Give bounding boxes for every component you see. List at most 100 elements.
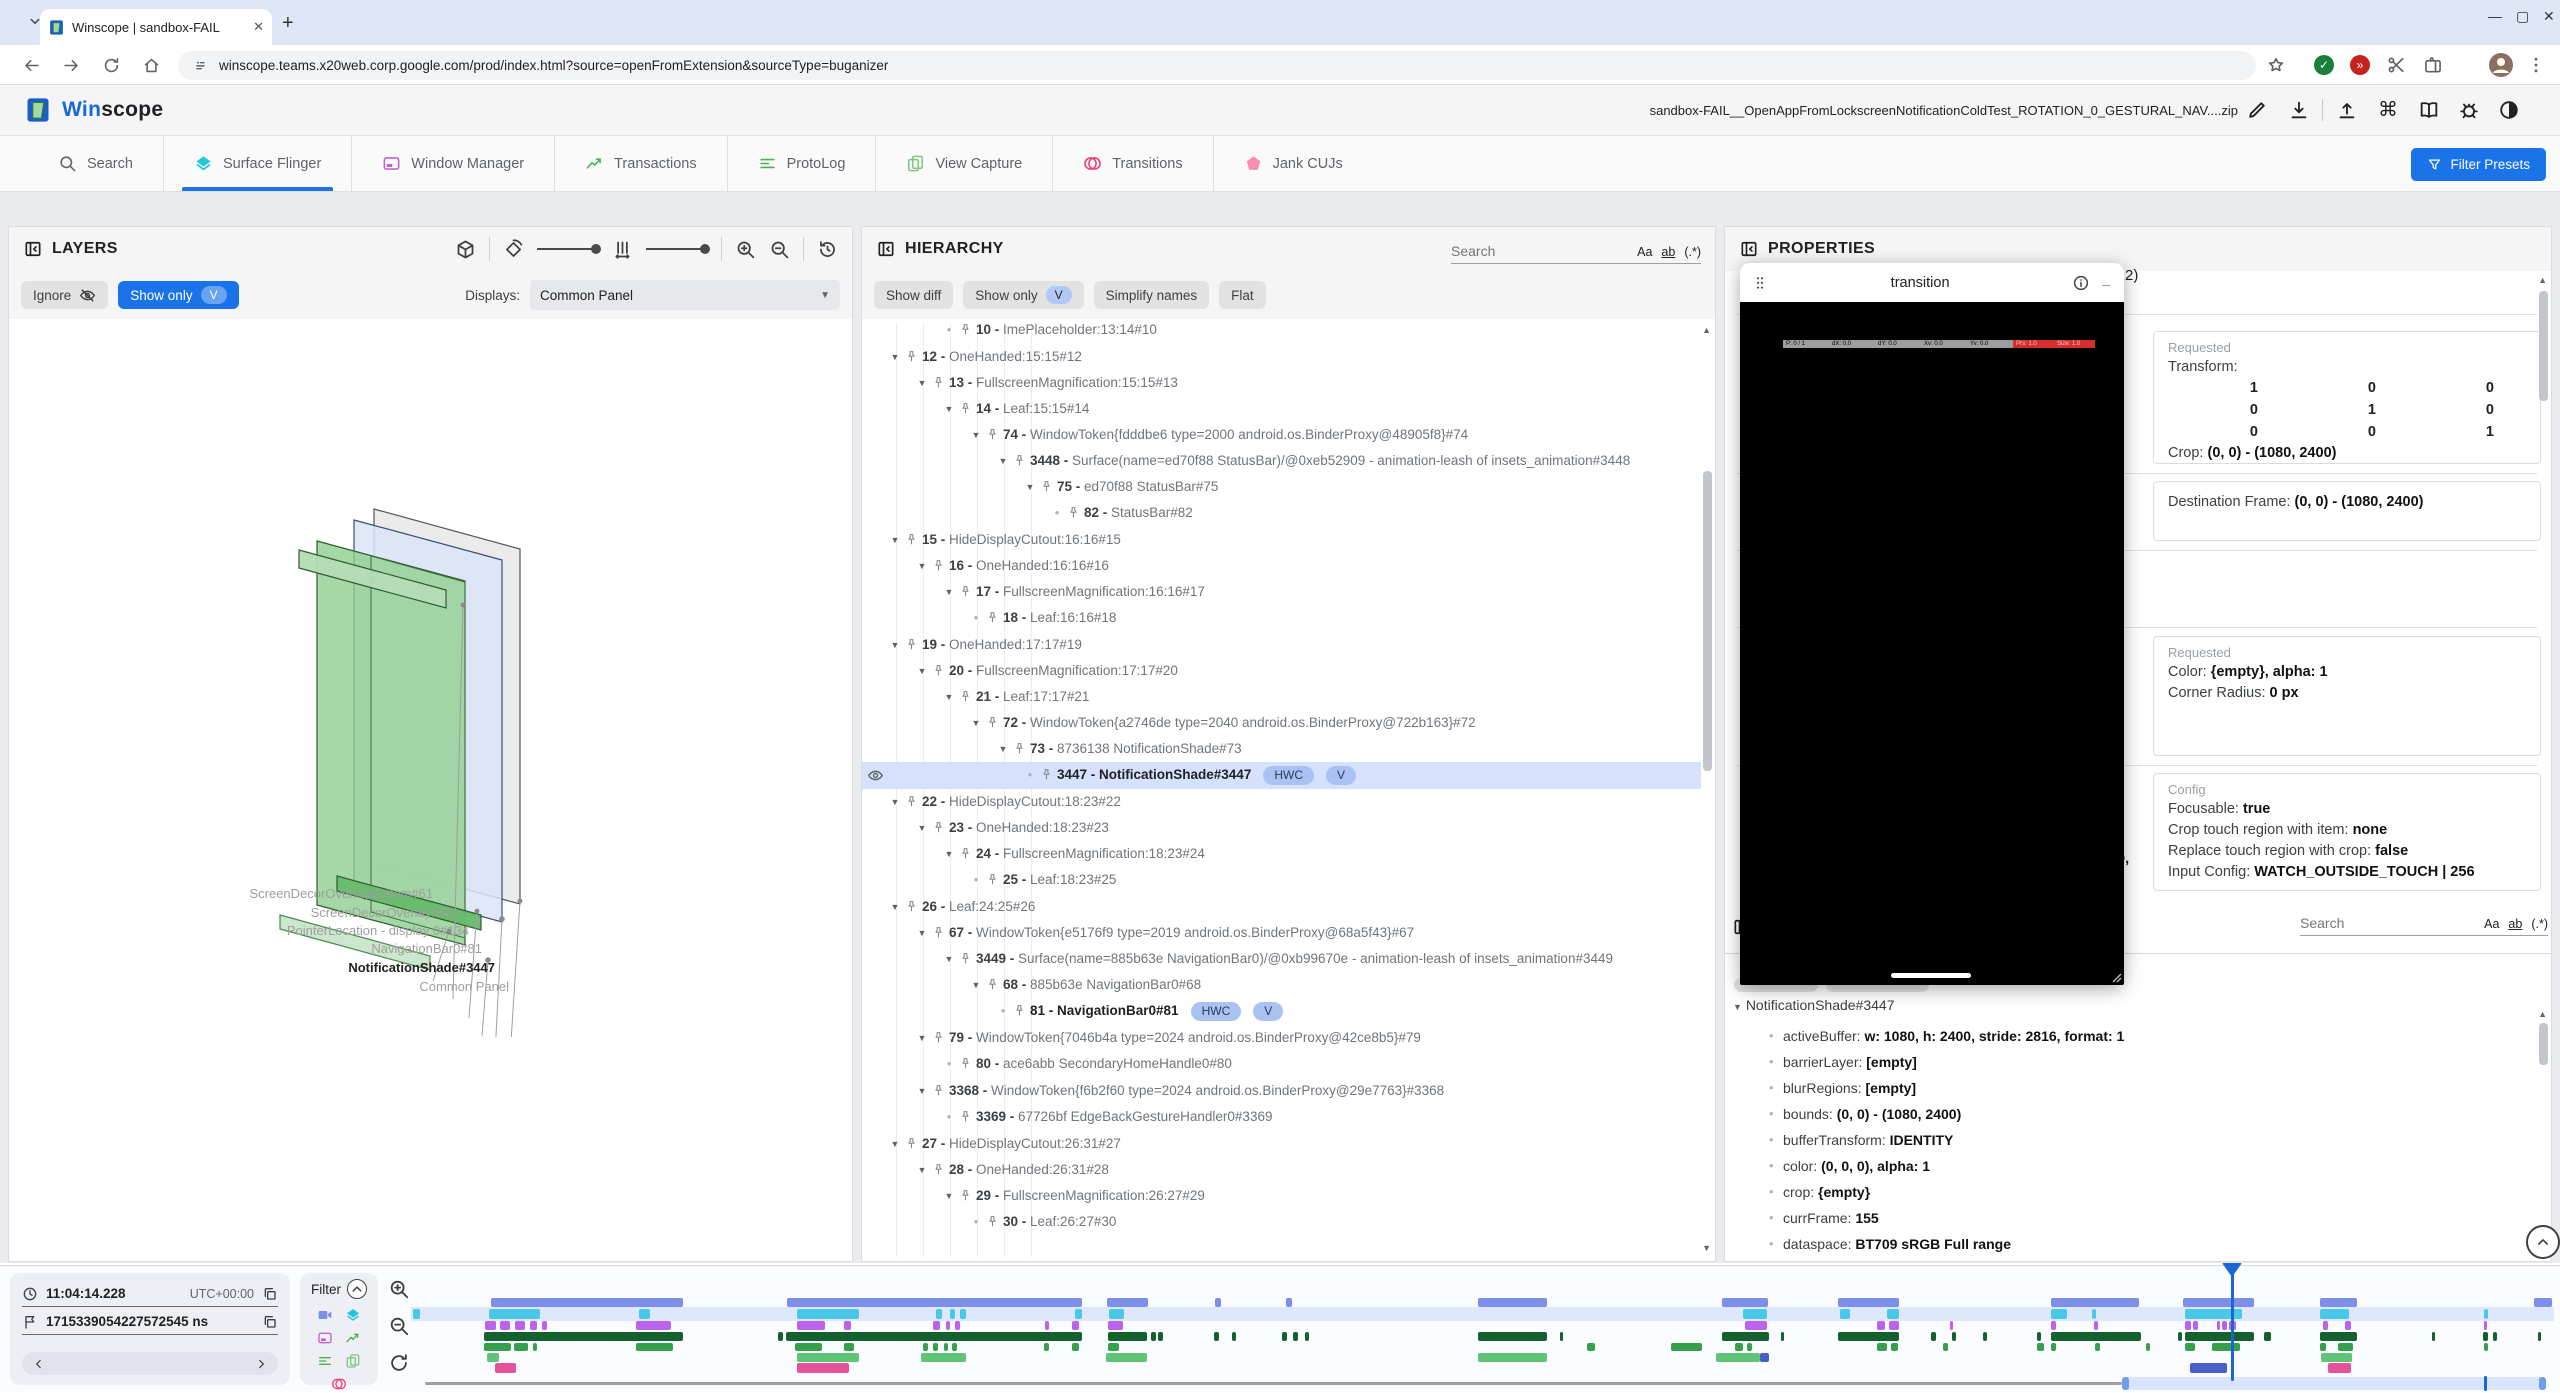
tree-row[interactable]: ▼79 - WindowToken{7046b4a type=2024 andr…	[862, 1025, 1701, 1051]
timeline-range-selection[interactable]	[2122, 1377, 2546, 1390]
upload-icon[interactable]	[2336, 99, 2358, 121]
eye-icon[interactable]	[867, 767, 884, 784]
range-handle-right[interactable]	[2539, 1377, 2546, 1390]
pin-icon[interactable]	[959, 847, 972, 860]
layer-label[interactable]: NavigationBar0#81	[371, 941, 482, 956]
timeline-canvas[interactable]	[425, 1266, 2552, 1393]
filter-transitions-icon[interactable]	[331, 1376, 347, 1392]
resize-handle-icon[interactable]	[2110, 971, 2122, 983]
match-case-toggle[interactable]: Aa	[2484, 917, 2499, 931]
pin-icon[interactable]	[1067, 506, 1080, 519]
layer-label[interactable]: PointerLocation - display 0#134	[287, 923, 469, 938]
property-row[interactable]: •dataspace: BT709 sRGB Full range	[1747, 1231, 2535, 1257]
expand-arrow-icon[interactable]: ▼	[914, 1157, 930, 1183]
property-row[interactable]: •activeBuffer: w: 1080, h: 2400, stride:…	[1747, 1023, 2535, 1049]
expand-arrow-icon[interactable]: ▼	[1733, 1002, 1742, 1012]
property-row[interactable]: •currFrame: 155	[1747, 1205, 2535, 1231]
displays-select[interactable]: Common Panel ▼	[530, 280, 840, 310]
property-row[interactable]: •blurRegions: [empty]	[1747, 1075, 2535, 1101]
rotation-slider[interactable]	[537, 248, 599, 250]
expand-arrow-icon[interactable]: ▼	[941, 396, 957, 422]
pin-icon[interactable]	[986, 716, 999, 729]
filter-layers-icon[interactable]	[345, 1307, 361, 1323]
filter-protolog-icon[interactable]	[317, 1353, 333, 1369]
pin-icon[interactable]	[959, 585, 972, 598]
pin-icon[interactable]	[959, 952, 972, 965]
nav-tab-transitions[interactable]: Transitions	[1052, 136, 1212, 191]
forward-icon[interactable]	[62, 56, 81, 75]
tree-row[interactable]: ▼14 - Leaf:15:15#14	[862, 396, 1701, 422]
filter-chart-icon[interactable]	[345, 1330, 361, 1346]
pin-icon[interactable]	[959, 1057, 972, 1070]
properties-list-scrollbar[interactable]	[2539, 1023, 2548, 1065]
filter-presets-button[interactable]: Filter Presets	[2411, 148, 2546, 181]
back-icon[interactable]	[22, 56, 41, 75]
scroll-to-top-button[interactable]	[2526, 1225, 2560, 1259]
window-minimize-icon[interactable]: —	[2488, 8, 2502, 24]
edit-icon[interactable]	[2246, 99, 2268, 121]
tree-row[interactable]: •81 - NavigationBar0#81HWCV	[862, 998, 1701, 1025]
pin-icon[interactable]	[905, 900, 918, 913]
timeline-reset-zoom-icon[interactable]	[388, 1352, 410, 1374]
pin-icon[interactable]	[959, 690, 972, 703]
pin-icon[interactable]	[986, 428, 999, 441]
tree-row[interactable]: ▼28 - OneHanded:26:31#28	[862, 1157, 1701, 1183]
nav-tab-view-capture[interactable]: View Capture	[875, 136, 1052, 191]
nav-tab-transactions[interactable]: Transactions	[554, 136, 726, 191]
expand-arrow-icon[interactable]: ▼	[968, 710, 984, 736]
scroll-up-icon[interactable]: ▲	[1702, 325, 1711, 335]
layers-3d-canvas[interactable]: ScreenDecorOverlayBottom#61ScreenDecorOv…	[9, 319, 852, 1261]
copy-icon[interactable]	[262, 1286, 278, 1302]
pin-icon[interactable]	[932, 664, 945, 677]
nav-tab-protolog[interactable]: ProtoLog	[727, 136, 876, 191]
reload-icon[interactable]	[102, 56, 121, 75]
whole-word-toggle[interactable]: ab	[1661, 245, 1675, 259]
property-row[interactable]: •color: (0, 0, 0), alpha: 1	[1747, 1153, 2535, 1179]
shortcuts-icon[interactable]: ⌘	[2378, 99, 2400, 121]
property-row[interactable]: •crop: {empty}	[1747, 1179, 2535, 1205]
tree-row[interactable]: ▼12 - OneHanded:15:15#12	[862, 344, 1701, 370]
tree-row[interactable]: ▼16 - OneHanded:16:16#16	[862, 553, 1701, 579]
pin-icon[interactable]	[986, 978, 999, 991]
filter-viewcapture-icon[interactable]	[345, 1353, 361, 1369]
tree-row[interactable]: •82 - StatusBar#82	[862, 500, 1701, 527]
tree-row[interactable]: ▼3368 - WindowToken{f6b2f60 type=2024 an…	[862, 1078, 1701, 1104]
pin-icon[interactable]	[986, 873, 999, 886]
profile-avatar[interactable]	[2489, 53, 2513, 77]
3d-view-icon[interactable]	[455, 239, 476, 260]
filter-videocam-icon[interactable]	[317, 1307, 333, 1323]
tree-row[interactable]: •30 - Leaf:26:27#30	[862, 1209, 1701, 1236]
next-frame-icon[interactable]	[254, 1357, 268, 1371]
range-handle-left[interactable]	[2122, 1377, 2129, 1390]
expand-arrow-icon[interactable]: ▼	[887, 894, 903, 920]
property-row[interactable]: •bufferTransform: IDENTITY	[1747, 1127, 2535, 1153]
regex-toggle[interactable]: (.*)	[2531, 917, 2548, 931]
pin-icon[interactable]	[959, 1110, 972, 1123]
pin-icon[interactable]	[932, 376, 945, 389]
window-close-icon[interactable]: ✕	[2543, 8, 2555, 25]
scroll-up-icon[interactable]: ▲	[2538, 1009, 2547, 1019]
tree-row[interactable]: ▼29 - FullscreenMagnification:26:27#29	[862, 1183, 1701, 1209]
tree-row[interactable]: ▼23 - OneHanded:18:23#23	[862, 815, 1701, 841]
expand-arrow-icon[interactable]: ▼	[914, 1078, 930, 1104]
expand-arrow-icon[interactable]: ▼	[914, 370, 930, 396]
expand-arrow-icon[interactable]: ▼	[914, 553, 930, 579]
tree-row[interactable]: ▼27 - HideDisplayCutout:26:31#27	[862, 1131, 1701, 1157]
tree-row[interactable]: ▼21 - Leaf:17:17#21	[862, 684, 1701, 710]
collapse-filter-icon[interactable]	[347, 1279, 367, 1299]
new-tab-button[interactable]: +	[282, 12, 294, 35]
reset-view-icon[interactable]	[817, 239, 838, 260]
expand-arrow-icon[interactable]: ▼	[887, 632, 903, 658]
regex-toggle[interactable]: (.*)	[1684, 245, 1701, 259]
hierarchy-tree[interactable]: •10 - ImePlaceholder:13:14#10▼12 - OneHa…	[862, 317, 1701, 1257]
tree-row[interactable]: ▼20 - FullscreenMagnification:17:17#20	[862, 658, 1701, 684]
tree-row[interactable]: ▼73 - 8736138 NotificationShade#73	[862, 736, 1701, 762]
expand-arrow-icon[interactable]: ▼	[914, 815, 930, 841]
pin-icon[interactable]	[932, 559, 945, 572]
property-row[interactable]: •bounds: (0, 0) - (1080, 2400)	[1747, 1101, 2535, 1127]
report-bug-icon[interactable]	[2458, 99, 2480, 121]
extension-icon-red[interactable]: »	[2350, 55, 2370, 75]
pin-icon[interactable]	[1013, 1004, 1026, 1017]
hierarchy-search-input[interactable]	[1451, 243, 1629, 259]
expand-arrow-icon[interactable]: ▼	[914, 658, 930, 684]
